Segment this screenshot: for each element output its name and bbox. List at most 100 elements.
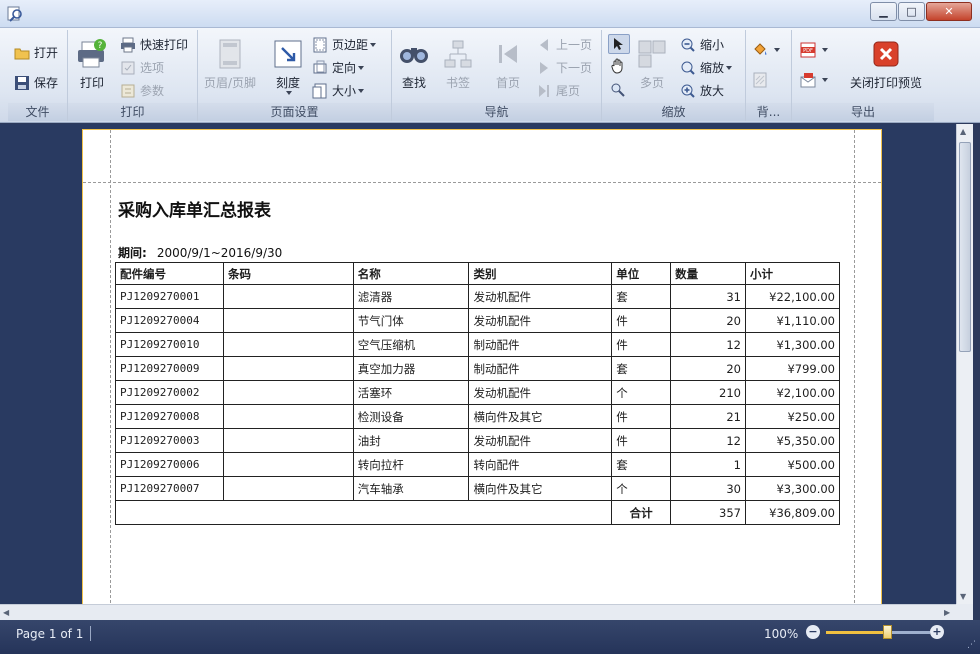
orientation-button[interactable]: 定向 (312, 59, 365, 76)
orientation-icon (313, 60, 327, 73)
navigation-group: 查找 书签 首页 上一页 下一页 尾页 导航 (392, 30, 602, 121)
table-row: PJ1209270001 滤清器 发动机配件套 31 ¥22,100.00 (115, 284, 840, 309)
scroll-left-icon[interactable]: ◀ (3, 608, 9, 617)
zoom-out-label: 缩小 (700, 38, 725, 52)
watermark-icon (753, 72, 767, 88)
email-pdf-button[interactable] (800, 72, 828, 88)
open-folder-icon (14, 48, 30, 59)
table-cell: 发动机配件 (468, 428, 613, 453)
total-blank-cell (114, 500, 612, 525)
zoom-minus-button[interactable]: − (806, 625, 820, 639)
zoom-plus-button[interactable]: + (930, 625, 944, 639)
page-color-dropdown-icon (774, 48, 780, 52)
table-cell: 个 (611, 380, 672, 405)
table-cell: 套 (611, 452, 672, 477)
last-page-label: 尾页 (556, 84, 581, 98)
total-label: 合计 (611, 500, 672, 525)
scale-icon (274, 40, 302, 68)
zoom-out-icon (681, 38, 695, 52)
bookmark-button[interactable]: 书签 (442, 38, 474, 91)
find-button[interactable]: 查找 (398, 38, 430, 91)
document-area[interactable]: 采购入库单汇总报表 期间: 2000/9/1~2016/9/30 配件编号 条码 … (0, 124, 956, 604)
table-cell: PJ1209270001 (115, 284, 224, 309)
zoom-slider-track[interactable] (826, 631, 930, 634)
maximize-button[interactable]: □ (898, 2, 925, 21)
page-color-button[interactable] (752, 42, 780, 58)
table-cell: PJ1209270009 (115, 356, 224, 381)
table-row: PJ1209270003 油封 发动机配件件 12 ¥5,350.00 (115, 428, 840, 453)
table-cell: ¥500.00 (745, 452, 840, 477)
margins-button[interactable]: 页边距 (312, 36, 377, 53)
margins-icon (313, 37, 327, 52)
table-cell: 件 (611, 308, 672, 333)
zoom-in-button[interactable]: 放大 (680, 82, 724, 99)
table-cell: 空气压缩机 (352, 332, 470, 357)
print-button[interactable]: ? 打印 (76, 38, 108, 91)
open-button[interactable]: 打开 (14, 44, 58, 61)
status-separator (90, 626, 91, 641)
pdf-export-icon: PDF (800, 42, 816, 58)
close-preview-button[interactable]: 关闭打印预览 (850, 38, 922, 91)
bookmark-label: 书签 (445, 76, 470, 90)
minimize-button[interactable]: ▁ (870, 2, 897, 21)
preview-page: 采购入库单汇总报表 期间: 2000/9/1~2016/9/30 配件编号 条码 … (82, 129, 882, 604)
app-icon (7, 6, 22, 22)
next-page-button[interactable]: 下一页 (536, 59, 592, 76)
hand-icon (611, 58, 623, 74)
horizontal-scrollbar[interactable]: ◀ ▶ (0, 604, 973, 620)
table-cell: 12 (670, 428, 746, 453)
watermark-button[interactable] (752, 72, 772, 88)
table-cell: 节气门体 (352, 308, 470, 333)
export-pdf-button[interactable]: PDF (800, 42, 828, 58)
table-cell (222, 380, 354, 405)
quick-print-button[interactable]: 快速打印 (120, 36, 188, 53)
svg-text:PDF: PDF (803, 48, 813, 54)
next-page-icon (540, 61, 548, 74)
multi-page-icon (638, 40, 666, 68)
zoom-icon (681, 61, 695, 75)
table-cell: 发动机配件 (468, 380, 613, 405)
prev-page-button[interactable]: 上一页 (536, 36, 592, 53)
vertical-scrollbar[interactable]: ▲ ▼ (956, 124, 973, 604)
scale-button[interactable]: 刻度 (272, 38, 304, 95)
size-button[interactable]: 大小 (312, 82, 365, 99)
prev-page-icon (540, 38, 548, 51)
zoom-group: 多页 缩小 缩放 放大 缩放 (602, 30, 746, 121)
scroll-down-icon[interactable]: ▼ (960, 592, 966, 601)
params-button[interactable]: 参数 (120, 82, 164, 99)
table-cell: 210 (670, 380, 746, 405)
table-cell (222, 308, 354, 333)
table-cell: 套 (611, 284, 672, 309)
file-group-label: 文件 (8, 103, 67, 121)
hand-tool-button[interactable] (610, 58, 626, 74)
zoom-in-icon (681, 84, 695, 98)
table-cell: 活塞环 (352, 380, 470, 405)
zoom-button[interactable]: 缩放 (680, 59, 733, 76)
resize-grip-icon[interactable]: ⋰ (967, 640, 976, 650)
table-cell: ¥1,110.00 (745, 308, 840, 333)
scroll-up-icon[interactable]: ▲ (960, 127, 966, 136)
last-page-button[interactable]: 尾页 (536, 82, 580, 99)
table-row: PJ1209270006 转向拉杆 转向配件套 1 ¥500.00 (115, 452, 840, 477)
table-cell: 12 (670, 332, 746, 357)
column-header: 条码 (222, 262, 354, 285)
multi-page-button[interactable]: 多页 (636, 38, 668, 91)
first-page-button[interactable]: 首页 (492, 38, 524, 91)
magnifier-tool-button[interactable] (610, 82, 626, 98)
zoom-out-button[interactable]: 缩小 (680, 36, 724, 53)
pointer-tool-button[interactable] (608, 34, 630, 54)
close-window-button[interactable]: ✕ (926, 2, 972, 21)
options-button[interactable]: 选项 (120, 59, 164, 76)
header-footer-button[interactable]: 页眉/页脚 (204, 38, 256, 91)
save-button[interactable]: 保存 (14, 74, 58, 91)
table-cell: ¥3,300.00 (745, 476, 840, 501)
zoom-slider-thumb[interactable] (883, 625, 893, 639)
table-cell: 发动机配件 (468, 284, 613, 309)
vertical-scroll-thumb[interactable] (959, 142, 971, 352)
export-group: PDF 关闭打印预览 导出 (792, 30, 934, 121)
table-cell: ¥250.00 (745, 404, 840, 429)
background-group: 背... (746, 30, 792, 121)
params-label: 参数 (140, 84, 165, 98)
last-page-icon (539, 84, 549, 97)
scroll-right-icon[interactable]: ▶ (944, 608, 950, 617)
